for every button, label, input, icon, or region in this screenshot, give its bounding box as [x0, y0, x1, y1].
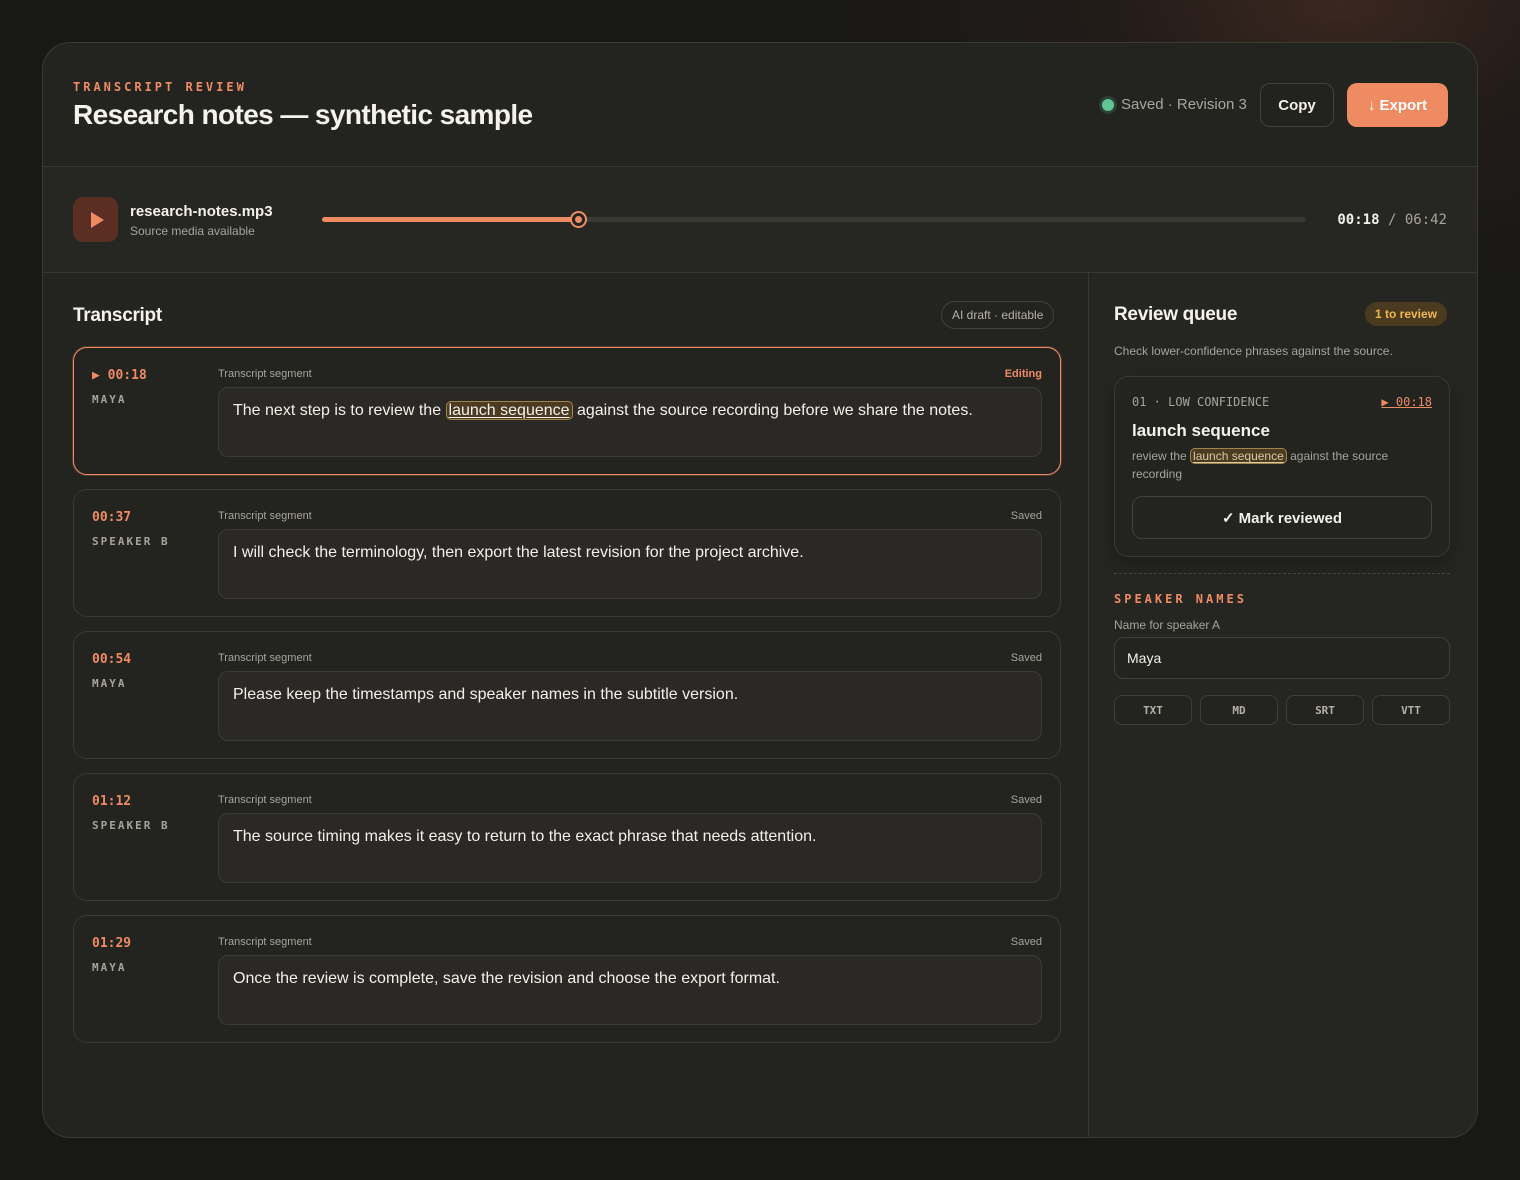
segment-timestamp[interactable]: ▶ 00:18	[92, 368, 147, 383]
segment-state: Editing	[1004, 368, 1042, 380]
media-file-name: research-notes.mp3	[130, 203, 273, 220]
transcript-segment[interactable]: 01:12 SPEAKER B Transcript segment Saved…	[73, 773, 1061, 901]
segment-text-editor[interactable]: The source timing makes it easy to retur…	[218, 813, 1042, 883]
review-queue-item: 01 · LOW CONFIDENCE ▶ 00:18 launch seque…	[1114, 376, 1450, 557]
save-status: Saved · Revision 3	[1102, 96, 1247, 113]
segment-timestamp[interactable]: 00:54	[92, 652, 131, 667]
low-confidence-highlight[interactable]: launch sequence	[445, 401, 573, 420]
segment-speaker: MAYA	[92, 393, 127, 406]
play-button[interactable]	[73, 197, 118, 242]
segment-label: Transcript segment	[218, 794, 312, 806]
speaker-a-label: Name for speaker A	[1114, 618, 1221, 632]
review-queue-title: Review queue	[1114, 304, 1238, 325]
segment-label: Transcript segment	[218, 510, 312, 522]
segment-timestamp[interactable]: 00:37	[92, 510, 131, 525]
eyebrow: TRANSCRIPT REVIEW	[73, 80, 247, 94]
speaker-names-heading: SPEAKER NAMES	[1114, 592, 1247, 606]
segment-label: Transcript segment	[218, 936, 312, 948]
time-separator: /	[1387, 212, 1397, 228]
segment-text-after: against the source recording before we s…	[572, 402, 973, 419]
segment-state: Saved	[1010, 794, 1042, 806]
transcript-panel: Transcript AI draft · editable ▶ 00:18 M…	[43, 273, 1088, 1137]
segment-state: Saved	[1010, 936, 1042, 948]
transcript-segment[interactable]: ▶ 00:18 MAYA Transcript segment Editing …	[73, 347, 1061, 475]
arrow-down-icon: ↓	[1367, 96, 1376, 114]
format-txt-button[interactable]: TXT	[1114, 695, 1192, 725]
duration: 06:42	[1404, 212, 1447, 228]
time-readout: 00:18 / 06:42	[1337, 212, 1447, 228]
review-count-badge: 1 to review	[1365, 302, 1448, 326]
segment-timestamp[interactable]: 01:12	[92, 794, 131, 809]
transcript-segment[interactable]: 01:29 MAYA Transcript segment Saved Once…	[73, 915, 1061, 1043]
transcript-segment[interactable]: 00:54 MAYA Transcript segment Saved Plea…	[73, 631, 1061, 759]
segment-timestamp[interactable]: 01:29	[92, 936, 131, 951]
queue-item-meta: 01 · LOW CONFIDENCE	[1132, 395, 1270, 409]
speaker-a-name-input[interactable]	[1114, 637, 1450, 679]
play-icon	[90, 211, 104, 228]
segment-label: Transcript segment	[218, 368, 312, 380]
export-button-label: Export	[1379, 96, 1427, 114]
queue-item-context: review the launch sequence against the s…	[1132, 447, 1432, 483]
header: TRANSCRIPT REVIEW Research notes — synth…	[43, 43, 1477, 167]
segment-text-editor[interactable]: I will check the terminology, then expor…	[218, 529, 1042, 599]
copy-button[interactable]: Copy	[1260, 83, 1334, 127]
segment-label: Transcript segment	[218, 652, 312, 664]
transcript-review-card: TRANSCRIPT REVIEW Research notes — synth…	[42, 42, 1478, 1138]
scrubber-handle[interactable]	[569, 211, 587, 228]
transcript-segment[interactable]: 00:37 SPEAKER B Transcript segment Saved…	[73, 489, 1061, 617]
section-divider	[1114, 573, 1450, 574]
queue-item-phrase: launch sequence	[1132, 421, 1270, 440]
export-button[interactable]: ↓ Export	[1347, 83, 1448, 127]
transcript-title: Transcript	[73, 305, 162, 326]
format-md-button[interactable]: MD	[1200, 695, 1278, 725]
format-vtt-button[interactable]: VTT	[1372, 695, 1450, 725]
segment-text-editor[interactable]: Please keep the timestamps and speaker n…	[218, 671, 1042, 741]
segment-speaker: MAYA	[92, 961, 127, 974]
queue-item-timestamp-link[interactable]: ▶ 00:18	[1381, 395, 1432, 409]
media-file-subtitle: Source media available	[130, 224, 255, 238]
saved-status-dot-icon	[1102, 98, 1114, 111]
save-status-text: Saved · Revision 3	[1121, 96, 1247, 113]
segment-state: Saved	[1010, 652, 1042, 664]
segment-state: Saved	[1010, 510, 1042, 522]
segment-text-editor[interactable]: The next step is to review the launch se…	[218, 387, 1042, 457]
segment-text-before: The next step is to review the	[233, 402, 446, 419]
current-time: 00:18	[1337, 212, 1380, 228]
segment-speaker: SPEAKER B	[92, 535, 170, 548]
page-title: Research notes — synthetic sample	[73, 99, 533, 130]
segment-speaker: MAYA	[92, 677, 127, 690]
review-help-text: Check lower-confidence phrases against t…	[1114, 344, 1393, 358]
segment-text-editor[interactable]: Once the review is complete, save the re…	[218, 955, 1042, 1025]
ai-draft-badge: AI draft · editable	[941, 301, 1055, 329]
segment-speaker: SPEAKER B	[92, 819, 170, 832]
context-highlight: launch sequence	[1190, 448, 1287, 464]
playback-scrubber[interactable]	[322, 211, 1306, 228]
mark-reviewed-button[interactable]: ✓ Mark reviewed	[1132, 496, 1432, 539]
format-srt-button[interactable]: SRT	[1286, 695, 1364, 725]
review-panel: Review queue 1 to review Check lower-con…	[1088, 273, 1477, 1137]
playback-progress	[322, 217, 578, 222]
export-format-row: TXT MD SRT VTT	[1114, 695, 1450, 725]
media-player: research-notes.mp3 Source media availabl…	[43, 167, 1477, 273]
context-before: review the	[1132, 449, 1191, 463]
